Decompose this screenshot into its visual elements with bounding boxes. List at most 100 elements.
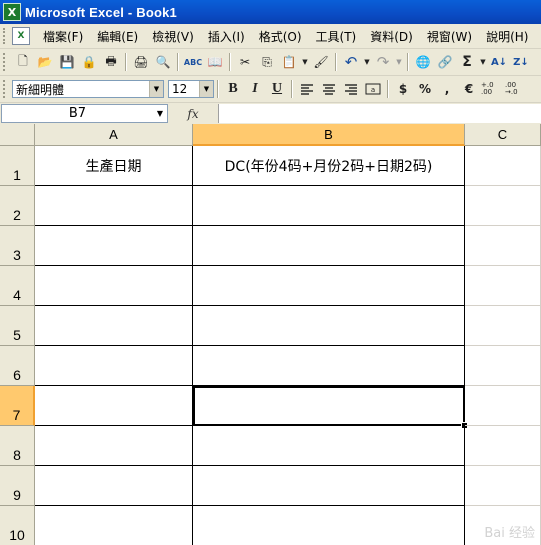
menu-window[interactable]: 視窗(W) xyxy=(420,28,479,45)
insert-function-icon[interactable]: fx xyxy=(168,107,218,121)
row-header-8[interactable]: 8 xyxy=(0,426,35,466)
currency-button[interactable]: $ xyxy=(393,79,413,99)
paste-dropdown-icon[interactable]: ▼ xyxy=(301,52,309,72)
menu-help[interactable]: 說明(H) xyxy=(479,28,535,45)
copy-icon[interactable]: ⎘ xyxy=(257,52,277,72)
chevron-down-icon[interactable]: ▼ xyxy=(199,81,213,97)
select-all-corner[interactable] xyxy=(0,124,35,146)
menu-view[interactable]: 檢視(V) xyxy=(145,28,201,45)
comma-button[interactable]: , xyxy=(437,79,457,99)
cell-c4[interactable] xyxy=(465,266,541,306)
autosum-icon[interactable]: Σ xyxy=(457,52,477,72)
column-header-c[interactable]: C xyxy=(465,124,541,146)
cell-c9[interactable] xyxy=(465,466,541,506)
undo-icon[interactable]: ↶ xyxy=(341,52,361,72)
formula-input[interactable] xyxy=(218,104,541,123)
cell-b9[interactable] xyxy=(193,466,465,506)
cell-b8[interactable] xyxy=(193,426,465,466)
cell-b4[interactable] xyxy=(193,266,465,306)
underline-button[interactable]: U xyxy=(267,79,287,99)
column-header-b[interactable]: B xyxy=(193,124,465,146)
cell-c2[interactable] xyxy=(465,186,541,226)
cell-a4[interactable] xyxy=(35,266,193,306)
row-header-3[interactable]: 3 xyxy=(0,226,35,266)
cell-a9[interactable] xyxy=(35,466,193,506)
paste-icon[interactable]: 📋 xyxy=(279,52,299,72)
row-header-9[interactable]: 9 xyxy=(0,466,35,506)
align-right-icon[interactable] xyxy=(341,79,361,99)
menu-tools[interactable]: 工具(T) xyxy=(309,28,364,45)
cell-b1[interactable]: DC(年份4码+月份2码+日期2码) xyxy=(193,146,465,186)
italic-button[interactable]: I xyxy=(245,79,265,99)
column-header-a[interactable]: A xyxy=(35,124,193,146)
cell-b3[interactable] xyxy=(193,226,465,266)
row-header-5[interactable]: 5 xyxy=(0,306,35,346)
print-icon[interactable]: 🖨 xyxy=(131,52,151,72)
bold-button[interactable]: B xyxy=(223,79,243,99)
research-icon[interactable]: 📖 xyxy=(205,52,225,72)
name-box[interactable]: B7 ▼ xyxy=(1,104,168,123)
percent-button[interactable]: % xyxy=(415,79,435,99)
cell-a3[interactable] xyxy=(35,226,193,266)
cell-a8[interactable] xyxy=(35,426,193,466)
format-painter-icon[interactable]: 🖌 xyxy=(311,52,331,72)
font-size-select[interactable]: 12 ▼ xyxy=(168,80,214,98)
hyperlink-icon[interactable]: 🌐 xyxy=(413,52,433,72)
cell-c5[interactable] xyxy=(465,306,541,346)
permission-icon[interactable]: 🔒 xyxy=(79,52,99,72)
font-name-select[interactable]: 新細明體 ▼ xyxy=(12,80,164,98)
chevron-down-icon[interactable]: ▼ xyxy=(153,109,167,118)
menu-file[interactable]: 檔案(F) xyxy=(36,28,90,45)
toolbar-grip[interactable] xyxy=(3,80,8,98)
document-icon[interactable]: X xyxy=(12,27,30,45)
redo-dropdown-icon[interactable]: ▼ xyxy=(395,52,403,72)
menu-grip[interactable] xyxy=(3,28,8,44)
menu-edit[interactable]: 編輯(E) xyxy=(90,28,145,45)
redo-icon[interactable]: ↷ xyxy=(373,52,393,72)
cell-c1[interactable] xyxy=(465,146,541,186)
menu-format[interactable]: 格式(O) xyxy=(252,28,309,45)
cell-b7[interactable] xyxy=(193,386,465,426)
cell-a7[interactable] xyxy=(35,386,193,426)
euro-button[interactable]: € xyxy=(459,79,479,99)
row-header-1[interactable]: 1 xyxy=(0,146,35,186)
preview-icon[interactable]: 🔍 xyxy=(153,52,173,72)
cell-a1[interactable]: 生產日期 xyxy=(35,146,193,186)
sort-asc-icon[interactable]: A↓ xyxy=(489,52,509,72)
print-preview-icon[interactable]: 🖶 xyxy=(101,52,121,72)
row-header-6[interactable]: 6 xyxy=(0,346,35,386)
sort-desc-icon[interactable]: Z↓ xyxy=(511,52,531,72)
research-pane-icon[interactable]: 🔗 xyxy=(435,52,455,72)
open-icon[interactable]: 📂 xyxy=(35,52,55,72)
decrease-decimal-icon[interactable]: .00 →.0 xyxy=(505,79,527,99)
align-left-icon[interactable] xyxy=(297,79,317,99)
cell-c6[interactable] xyxy=(465,346,541,386)
cell-b10[interactable] xyxy=(193,506,465,545)
cell-a10[interactable] xyxy=(35,506,193,545)
chevron-down-icon[interactable]: ▼ xyxy=(149,81,163,97)
row-header-4[interactable]: 4 xyxy=(0,266,35,306)
row-header-10[interactable]: 10 xyxy=(0,506,35,545)
row-header-7[interactable]: 7 xyxy=(0,386,35,426)
menu-data[interactable]: 資料(D) xyxy=(363,28,420,45)
cell-c7[interactable] xyxy=(465,386,541,426)
spelling-icon[interactable]: ABC xyxy=(183,52,203,72)
excel-app-icon[interactable]: X xyxy=(3,3,21,21)
cell-b2[interactable] xyxy=(193,186,465,226)
cut-icon[interactable]: ✂ xyxy=(235,52,255,72)
autosum-dropdown-icon[interactable]: ▼ xyxy=(479,52,487,72)
menu-insert[interactable]: 插入(I) xyxy=(201,28,252,45)
cell-b6[interactable] xyxy=(193,346,465,386)
cell-b5[interactable] xyxy=(193,306,465,346)
cell-a2[interactable] xyxy=(35,186,193,226)
merge-center-icon[interactable]: a xyxy=(363,79,383,99)
row-header-2[interactable]: 2 xyxy=(0,186,35,226)
new-icon[interactable]: 🗋 xyxy=(13,52,33,72)
cell-c3[interactable] xyxy=(465,226,541,266)
increase-decimal-icon[interactable]: +.0 .00 xyxy=(481,79,503,99)
cell-a5[interactable] xyxy=(35,306,193,346)
toolbar-grip[interactable] xyxy=(3,53,8,71)
undo-dropdown-icon[interactable]: ▼ xyxy=(363,52,371,72)
save-icon[interactable]: 💾 xyxy=(57,52,77,72)
cell-c8[interactable] xyxy=(465,426,541,466)
